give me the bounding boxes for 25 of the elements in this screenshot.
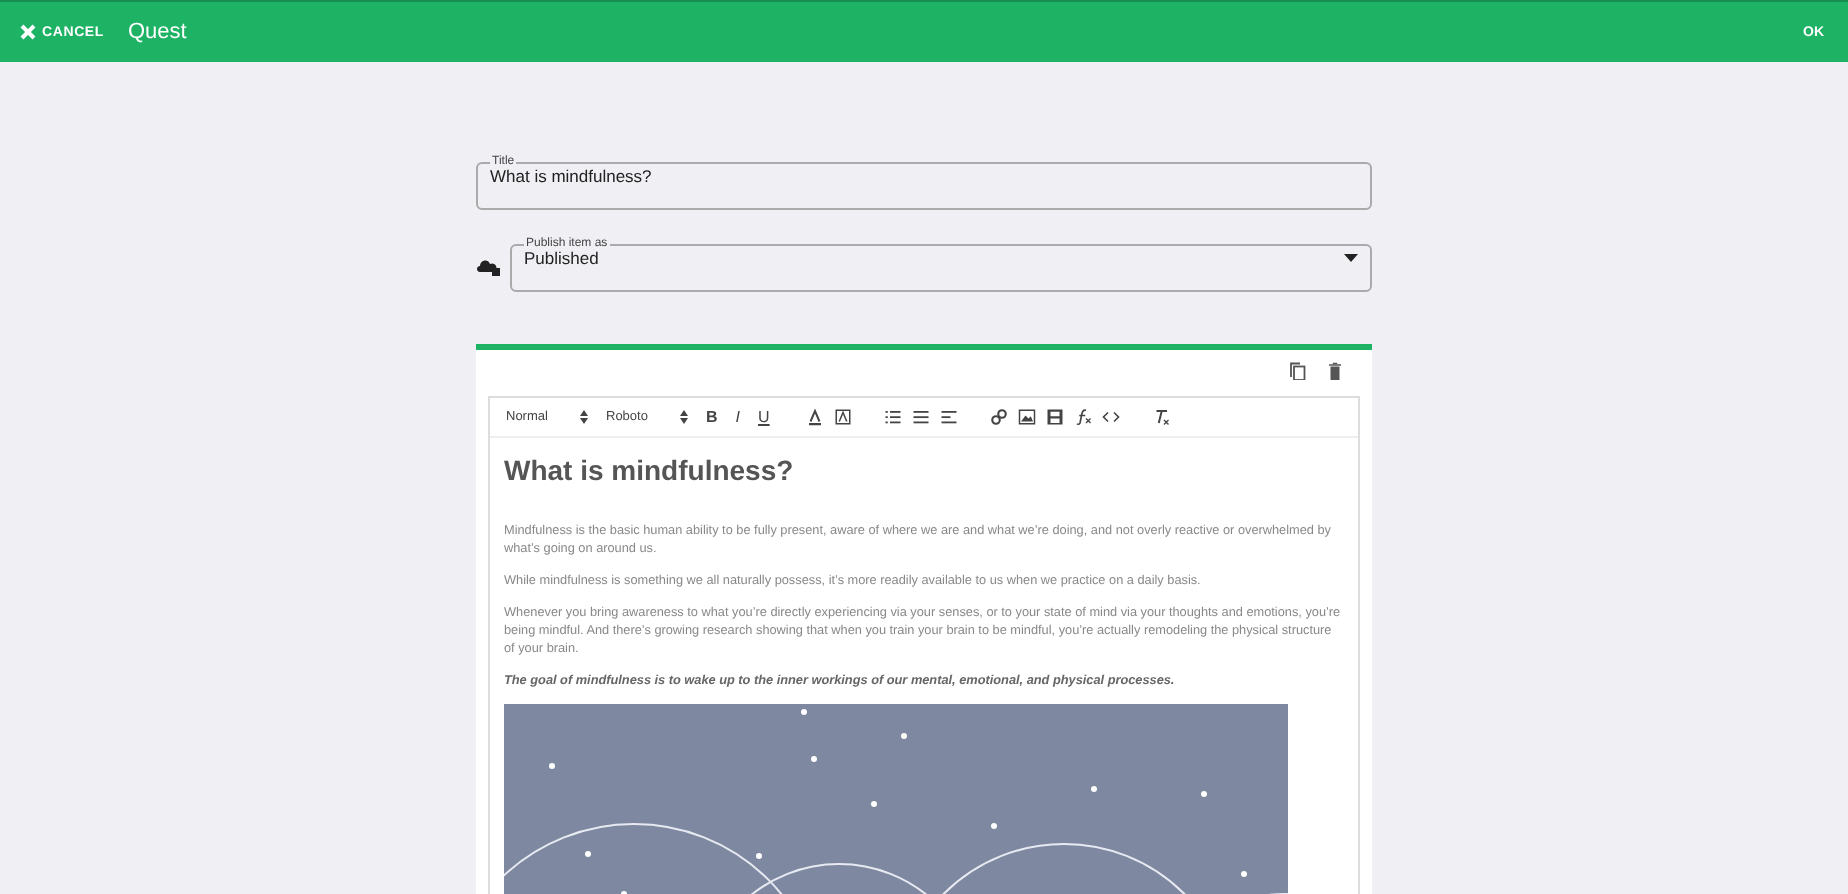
text-color-icon[interactable] xyxy=(805,408,824,426)
bullet-list-icon[interactable] xyxy=(911,408,930,426)
screen-title: Quest xyxy=(127,20,187,44)
copy-icon[interactable] xyxy=(1288,362,1306,380)
field-value: Published xyxy=(524,248,599,268)
align-icon[interactable] xyxy=(939,408,958,426)
format-button[interactable]: I xyxy=(731,408,745,426)
ordered-list-icon[interactable] xyxy=(883,408,902,426)
caret-icon xyxy=(1344,254,1358,262)
sort-arrows-icon xyxy=(680,410,688,424)
image-icon[interactable] xyxy=(1017,408,1036,426)
highlight-icon[interactable] xyxy=(833,408,852,426)
code-icon[interactable] xyxy=(1101,408,1120,426)
article-heading: What is mindfulness? xyxy=(504,454,796,486)
sort-arrows-icon xyxy=(580,410,588,424)
close-icon xyxy=(20,24,36,40)
clear-format-icon[interactable] xyxy=(1151,408,1170,426)
video-icon[interactable] xyxy=(1045,408,1064,426)
format-button[interactable]: B xyxy=(702,408,722,426)
delete-icon[interactable] xyxy=(1326,362,1344,380)
field-value: What is mindfulness? xyxy=(490,166,652,186)
cloud-icon xyxy=(476,255,500,275)
formula-icon[interactable] xyxy=(1073,408,1092,426)
format-button[interactable]: U xyxy=(754,408,774,426)
link-icon[interactable] xyxy=(989,408,1008,426)
